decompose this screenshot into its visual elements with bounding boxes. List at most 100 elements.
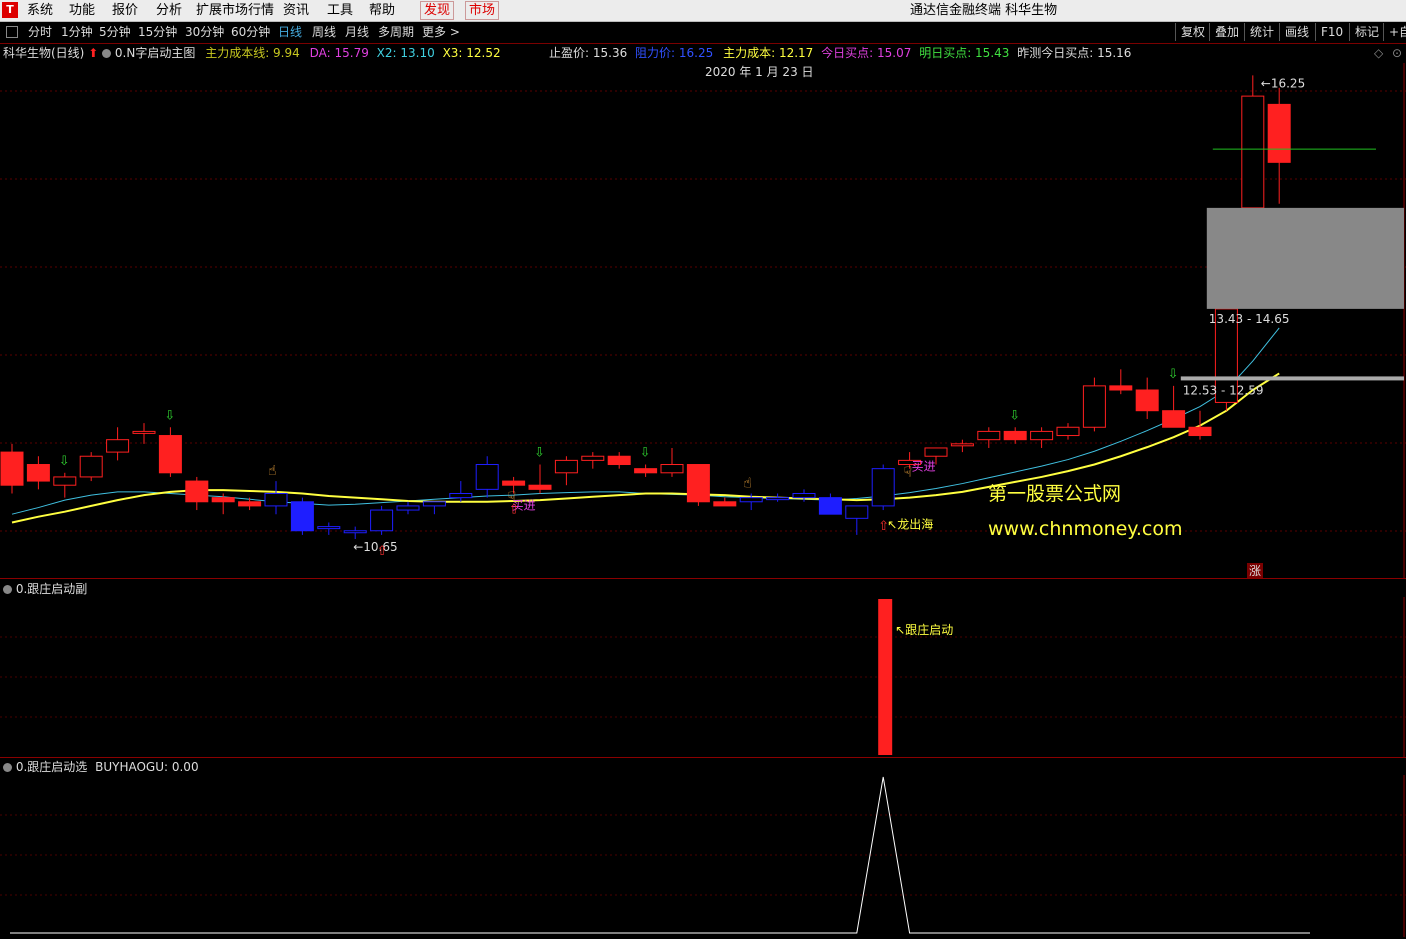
indicator-name[interactable]: 0.N字启动主图 <box>115 46 195 60</box>
start-signal-label: ↖跟庄启动 <box>895 622 953 637</box>
period-tab-more[interactable]: 更多 > <box>422 25 460 40</box>
today-buy-point: 今日买点: 15.07 <box>821 46 912 60</box>
range-upper-label: 13.43 - 14.65 <box>1209 312 1290 326</box>
dropdown-icon[interactable] <box>3 763 12 772</box>
candle-body <box>634 468 658 474</box>
candle-body <box>713 501 737 507</box>
candle-body <box>502 480 526 486</box>
candle-body <box>950 443 974 447</box>
tool-draw-button[interactable]: 画线 <box>1279 23 1314 41</box>
candle-body <box>238 501 262 507</box>
green-down-arrow-icon: ⇩ <box>59 454 70 469</box>
tool-stats-button[interactable]: 统计 <box>1244 23 1279 41</box>
menu-help[interactable]: 帮助 <box>366 2 398 19</box>
period-tab-daily[interactable]: 日线 <box>278 25 302 40</box>
hand-pointer-icon: ☟ <box>904 465 913 481</box>
candle-body <box>1030 430 1054 441</box>
tool-overlay-button[interactable]: 叠加 <box>1209 23 1244 41</box>
candle-body <box>185 480 209 503</box>
candle-body <box>818 497 842 515</box>
candle-body <box>106 439 130 453</box>
candle-body <box>0 451 24 486</box>
dropdown-icon[interactable] <box>102 49 112 58</box>
candle-body <box>396 505 420 511</box>
main-cost-price: 主力成本: 12.17 <box>723 46 814 60</box>
menu-quote[interactable]: 报价 <box>109 2 141 19</box>
period-tab-1min[interactable]: 1分钟 <box>61 25 93 40</box>
green-down-arrow-icon: ⇩ <box>1009 408 1020 423</box>
stat-x2: X2: 13.10 <box>376 46 435 60</box>
sub2-header: 0.跟庄启动选 BUYHAOGU: 0.00 <box>3 760 199 774</box>
watermark-url: www.chnmoney.com <box>988 518 1182 540</box>
resistance-zone <box>1206 207 1404 309</box>
candle-body <box>686 464 710 503</box>
tool-mark-button[interactable]: 标记 <box>1349 23 1384 41</box>
candle-body <box>1109 385 1133 391</box>
sub2-chart[interactable] <box>0 775 1406 937</box>
candle-body <box>290 501 314 532</box>
menu-analysis[interactable]: 分析 <box>153 2 185 19</box>
start-signal-bar <box>878 599 893 755</box>
menu-news[interactable]: 资讯 <box>280 2 312 19</box>
candle-body <box>528 484 552 490</box>
candle-body <box>660 464 684 474</box>
low-price-label: ←10.65 <box>353 540 397 554</box>
menu-market[interactable]: 市场 <box>465 1 500 20</box>
menu-discover[interactable]: 发现 <box>420 1 455 20</box>
sub1-header: 0.跟庄启动副 <box>3 582 87 596</box>
sub2-title[interactable]: 0.跟庄启动选 <box>16 760 87 774</box>
candle-body <box>1241 95 1265 209</box>
take-profit-price: 止盈价: 15.36 <box>549 46 628 60</box>
candle-body <box>449 492 473 499</box>
candle-body <box>766 497 790 501</box>
price-levels: 止盈价: 15.36 阻力价: 16.25 主力成本: 12.17 今日买点: … <box>549 46 1131 60</box>
support-band <box>1180 376 1404 381</box>
candle-body <box>317 526 341 530</box>
candle-body <box>79 455 103 478</box>
menu-extended-market[interactable]: 扩展市场行情 <box>193 2 277 19</box>
candle-body <box>53 476 77 486</box>
candle-body <box>475 464 499 490</box>
period-tab-5min[interactable]: 5分钟 <box>99 25 131 40</box>
menu-bar: T 系统 功能 报价 分析 扩展市场行情 资讯 工具 帮助 发现 市场 通达信金… <box>0 0 1406 22</box>
period-tab-60min[interactable]: 60分钟 <box>231 25 270 40</box>
green-down-arrow-icon: ⇩ <box>640 446 651 461</box>
high-price-label: ←16.25 <box>1261 76 1305 90</box>
dropdown-icon[interactable] <box>3 585 12 594</box>
candle-body <box>739 497 763 503</box>
period-tab-30min[interactable]: 30分钟 <box>185 25 224 40</box>
menu-system[interactable]: 系统 <box>24 2 56 19</box>
tool-custom-button[interactable]: +自 <box>1383 23 1406 41</box>
period-tab-15min[interactable]: 15分钟 <box>138 25 177 40</box>
period-tab-weekly[interactable]: 周线 <box>312 25 336 40</box>
candle-body <box>132 430 156 434</box>
candle-body <box>211 497 235 503</box>
candle-body <box>1188 426 1212 437</box>
red-up-arrow-icon: ⇧ <box>377 544 388 559</box>
stat-x3: X3: 12.52 <box>442 46 501 60</box>
candle-body <box>581 455 605 461</box>
rise-badge-text: 涨 <box>1249 563 1261 578</box>
period-tab-multi[interactable]: 多周期 <box>378 25 414 40</box>
candle-body <box>871 468 895 507</box>
diamond-icon[interactable]: ◇ <box>1374 46 1383 60</box>
green-down-arrow-icon: ⇩ <box>534 446 545 461</box>
buyhaogu-value: BUYHAOGU: 0.00 <box>95 760 199 774</box>
sub1-chart[interactable]: ↖跟庄启动 <box>0 597 1406 757</box>
panel-toggle-icon[interactable] <box>6 26 18 38</box>
main-candlestick-chart[interactable]: ←10.65 ←16.25 13.43 - 14.65 12.53 - 12.59 买进… <box>0 63 1406 578</box>
pane-menu-icon[interactable]: ⊙ <box>1392 46 1402 60</box>
menu-tools[interactable]: 工具 <box>324 2 356 19</box>
hand-pointer-icon: ☟ <box>508 489 517 505</box>
menu-function[interactable]: 功能 <box>66 2 98 19</box>
hand-pointer-icon: ☝ <box>268 463 277 479</box>
up-arrow-icon: ⬆ <box>88 46 99 60</box>
candle-body <box>554 459 578 474</box>
period-tab-monthly[interactable]: 月线 <box>345 25 369 40</box>
sub1-title[interactable]: 0.跟庄启动副 <box>16 582 87 596</box>
tool-f10-button[interactable]: F10 <box>1315 23 1348 41</box>
period-tab-fenshi[interactable]: 分时 <box>28 25 52 40</box>
pane-divider <box>0 757 1406 758</box>
red-up-arrow-icon: ⇧ <box>878 519 889 534</box>
tool-fuquan-button[interactable]: 复权 <box>1175 23 1210 41</box>
